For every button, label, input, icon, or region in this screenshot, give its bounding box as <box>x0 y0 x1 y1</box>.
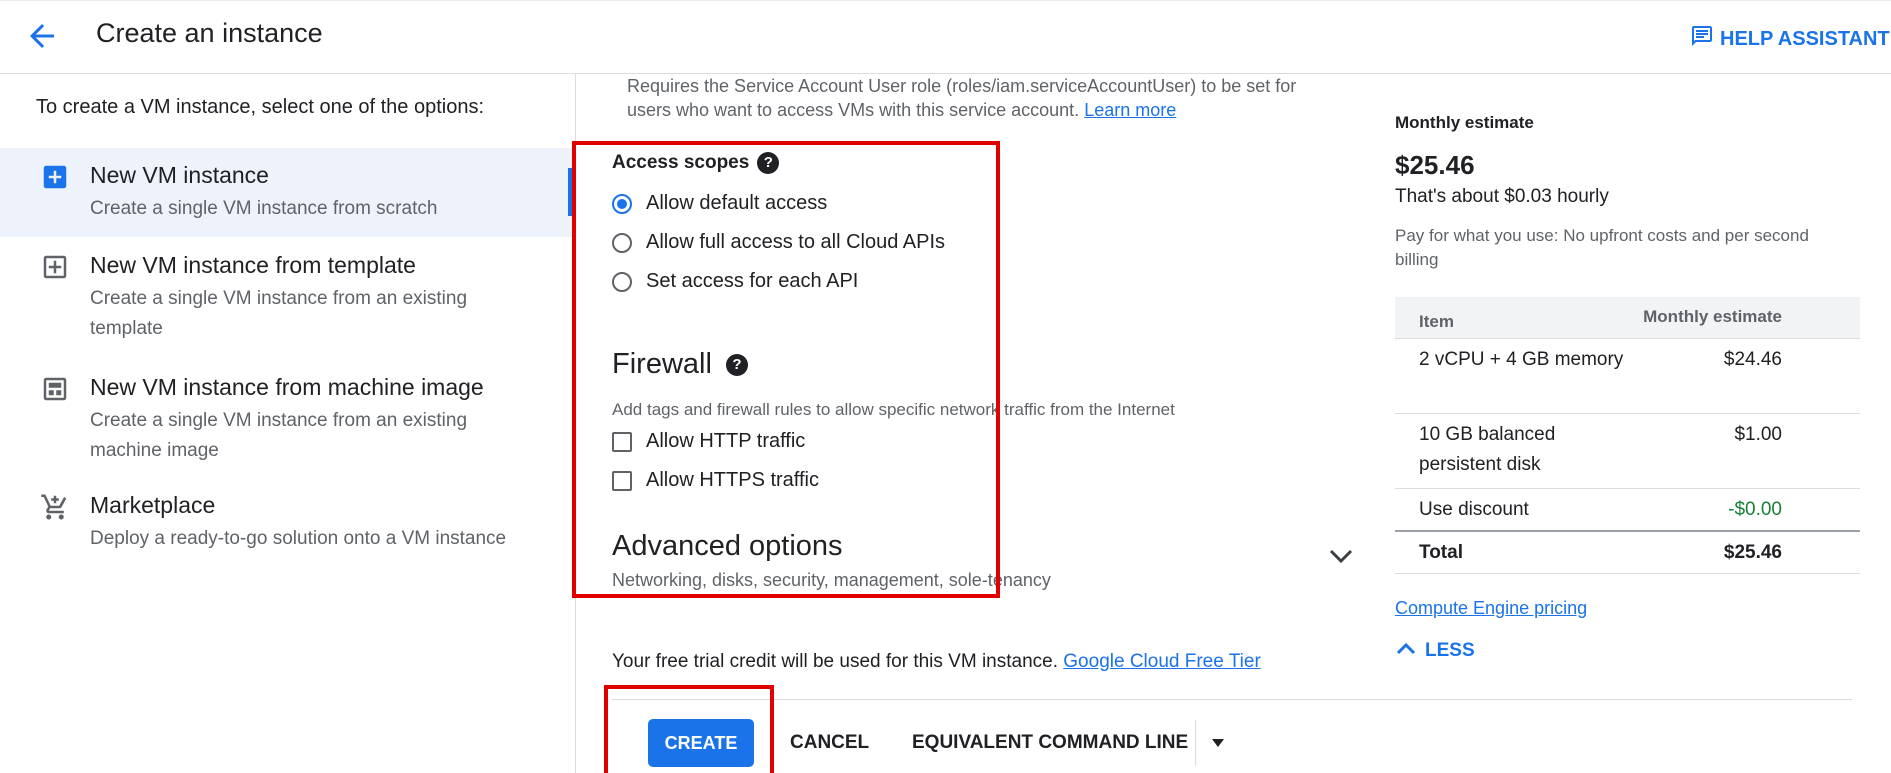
column-header-estimate: Monthly estimate <box>1643 307 1782 326</box>
row-item: Use discount <box>1419 499 1529 520</box>
column-header-item: Item <box>1419 312 1454 331</box>
chevron-down-icon[interactable] <box>1325 545 1357 569</box>
table-row-total: Total $25.46 <box>1395 532 1860 574</box>
learn-more-link[interactable]: Learn more <box>1084 100 1176 120</box>
service-note-text: Requires the Service Account User role (… <box>627 76 1297 120</box>
less-button[interactable]: LESS <box>1395 640 1475 662</box>
highlight-box <box>604 685 774 773</box>
dropdown-arrow-icon[interactable] <box>1208 736 1228 750</box>
option-desc: Create a single VM instance from an exis… <box>90 288 468 339</box>
option-desc: Create a single VM instance from an exis… <box>90 410 468 461</box>
option-new-vm-from-machine-image[interactable]: New VM instance from machine image Creat… <box>0 360 575 472</box>
option-desc: Deploy a ready-to-go solution onto a VM … <box>90 528 507 549</box>
cart-icon <box>40 492 70 522</box>
row-cost: $25.46 <box>1723 542 1782 563</box>
help-assistant-button[interactable]: HELP ASSISTANT <box>1690 24 1890 54</box>
divider <box>612 699 1852 700</box>
machine-image-icon <box>40 374 70 404</box>
monthly-estimate-price: $25.46 <box>1395 150 1475 180</box>
option-title: Marketplace <box>90 492 216 518</box>
row-item: 2 vCPU + 4 GB memory <box>1419 349 1624 370</box>
row-cost: $24.46 <box>1723 349 1782 370</box>
option-desc: Create a single VM instance from scratch <box>90 198 438 219</box>
row-item: 10 GB balanced persistent disk <box>1419 424 1556 475</box>
trial-text: Your free trial credit will be used for … <box>612 651 1058 672</box>
table-row: 2 vCPU + 4 GB memory $24.46 <box>1395 339 1860 414</box>
page-title: Create an instance <box>96 18 323 48</box>
equivalent-command-line-button[interactable]: EQUIVALENT COMMAND LINE <box>912 732 1188 754</box>
table-row: 10 GB balanced persistent disk $1.00 <box>1395 414 1860 489</box>
table-row: Use discount -$0.00 <box>1395 489 1860 532</box>
divider <box>1195 720 1196 766</box>
hourly-estimate: That's about $0.03 hourly <box>1395 186 1609 207</box>
estimate-note: Pay for what you use: No upfront costs a… <box>1395 226 1809 269</box>
option-marketplace[interactable]: Marketplace Deploy a ready-to-go solutio… <box>0 482 575 562</box>
feedback-icon <box>1690 24 1714 54</box>
free-trial-notice: Your free trial credit will be used for … <box>612 651 1261 673</box>
free-tier-link[interactable]: Google Cloud Free Tier <box>1063 651 1261 672</box>
estimate-table: Item Monthly estimate 2 vCPU + 4 GB memo… <box>1395 297 1860 574</box>
options-intro: To create a VM instance, select one of t… <box>36 96 485 118</box>
row-cost: -$0.00 <box>1728 499 1782 520</box>
less-label: LESS <box>1425 640 1475 661</box>
add-box-icon <box>40 162 70 192</box>
option-title: New VM instance <box>90 162 269 188</box>
option-new-vm-instance[interactable]: New VM instance Create a single VM insta… <box>0 148 575 237</box>
arrow-back-icon[interactable] <box>24 18 60 54</box>
service-account-note: Requires the Service Account User role (… <box>627 74 1307 122</box>
row-cost: $1.00 <box>1734 424 1782 445</box>
row-item: Total <box>1419 542 1463 563</box>
chevron-up-icon <box>1395 640 1417 662</box>
option-title: New VM instance from machine image <box>90 374 484 400</box>
table-header: Item Monthly estimate <box>1395 297 1860 339</box>
option-new-vm-from-template[interactable]: New VM instance from template Create a s… <box>0 238 575 350</box>
template-icon <box>40 252 70 282</box>
option-title: New VM instance from template <box>90 252 416 278</box>
monthly-estimate-label: Monthly estimate <box>1395 113 1534 132</box>
cancel-button[interactable]: CANCEL <box>790 732 869 754</box>
highlight-box <box>572 141 1000 598</box>
help-assistant-label: HELP ASSISTANT <box>1720 27 1890 50</box>
compute-engine-pricing-link[interactable]: Compute Engine pricing <box>1395 598 1587 619</box>
